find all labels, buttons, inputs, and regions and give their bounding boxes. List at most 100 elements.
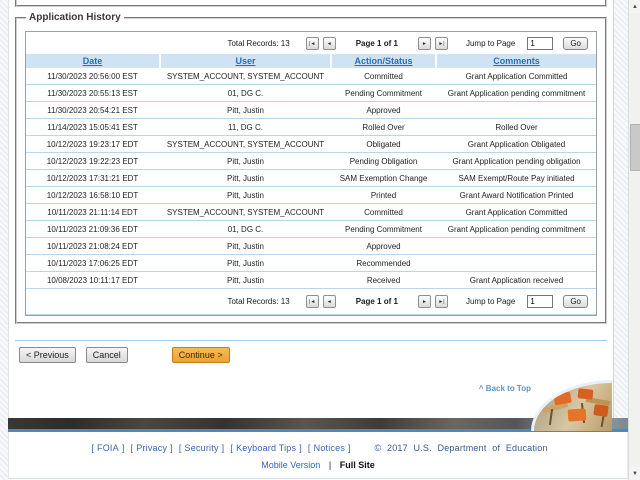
footer-link[interactable]: FOIA xyxy=(97,443,119,453)
footer-link-item: [Notices] xyxy=(308,443,351,453)
section-title: Application History xyxy=(26,12,124,23)
first-page-button[interactable]: |◄ xyxy=(306,37,319,50)
table-row: 11/30/2023 20:56:00 EST SYSTEM_ACCOUNT, … xyxy=(26,68,596,85)
cell-user: SYSTEM_ACCOUNT, SYSTEM_ACCOUNT xyxy=(161,208,330,217)
total-records-label: Total Records: 13 xyxy=(227,297,289,306)
cell-date: 10/12/2023 19:22:23 EDT xyxy=(26,157,159,166)
cell-comments: SAM Exempt/Route Pay initiated xyxy=(437,174,596,183)
table-row: 10/08/2023 10:11:17 EDT Pitt, Justin Rec… xyxy=(26,272,596,289)
footer-link[interactable]: Notices xyxy=(314,443,345,453)
go-button[interactable]: Go xyxy=(563,295,588,308)
section-divider xyxy=(15,340,607,341)
chair-shape xyxy=(553,392,572,406)
footer-link-item: [Privacy] xyxy=(131,443,173,453)
prev-page-button[interactable]: ◄ xyxy=(323,37,336,50)
scroll-up-icon: ▲ xyxy=(632,4,638,10)
cell-action-status: Approved xyxy=(332,242,435,251)
vertical-scrollbar[interactable]: ▲ ▼ xyxy=(628,0,640,480)
footer-link-item: [Security] xyxy=(179,443,225,453)
sort-user-link[interactable]: User xyxy=(235,56,255,66)
last-page-button[interactable]: ►| xyxy=(435,37,448,50)
jump-to-page-input[interactable] xyxy=(527,295,553,308)
prev-page-icon: ◄ xyxy=(327,299,332,305)
cell-user: Pitt, Justin xyxy=(161,106,330,115)
table-header-row: Date User Action/Status Comments xyxy=(26,54,596,68)
mobile-version-link[interactable]: Mobile Version xyxy=(261,460,320,470)
cell-date: 10/11/2023 17:06:25 EDT xyxy=(26,259,159,268)
cell-user: 01, DG C. xyxy=(161,225,330,234)
sort-comments-link[interactable]: Comments xyxy=(493,56,540,66)
action-button-bar: < Previous Cancel Continue > xyxy=(19,347,613,363)
bracket-open: [ xyxy=(179,443,182,453)
cell-action-status: Printed xyxy=(332,191,435,200)
table-body: 11/30/2023 20:56:00 EST SYSTEM_ACCOUNT, … xyxy=(26,68,596,289)
cell-action-status: Pending Commitment xyxy=(332,89,435,98)
cell-date: 10/08/2023 10:11:17 EDT xyxy=(26,276,159,285)
table-row: 10/12/2023 19:22:23 EDT Pitt, Justin Pen… xyxy=(26,153,596,170)
page-background-stripes-left xyxy=(0,0,8,480)
bracket-open: [ xyxy=(308,443,311,453)
bracket-open: [ xyxy=(131,443,134,453)
scrollbar-thumb[interactable] xyxy=(630,124,640,171)
page-indicator: Page 1 of 1 xyxy=(356,297,398,306)
first-page-icon: |◄ xyxy=(309,41,315,47)
cell-date: 11/30/2023 20:55:13 EST xyxy=(26,89,159,98)
bracket-close: ] xyxy=(122,443,125,453)
cell-comments: Grant Application Obligated xyxy=(437,140,596,149)
cell-date: 10/11/2023 21:08:24 EDT xyxy=(26,242,159,251)
page-indicator: Page 1 of 1 xyxy=(356,39,398,48)
back-to-top-link[interactable]: ^ Back to Top xyxy=(479,384,531,393)
cell-comments: Grant Application pending commitment xyxy=(437,89,596,98)
header-cell-action: Action/Status xyxy=(332,54,435,68)
footer-site-toggle-row: Mobile Version | Full Site xyxy=(9,460,627,470)
bracket-open: [ xyxy=(91,443,94,453)
next-page-button[interactable]: ► xyxy=(418,295,431,308)
scroll-down-button[interactable]: ▼ xyxy=(629,467,640,480)
sort-date-link[interactable]: Date xyxy=(83,56,103,66)
next-page-button[interactable]: ► xyxy=(418,37,431,50)
cell-user: SYSTEM_ACCOUNT, SYSTEM_ACCOUNT xyxy=(161,140,330,149)
cancel-button[interactable]: Cancel xyxy=(86,347,128,363)
footer-link[interactable]: Security xyxy=(185,443,219,453)
prev-page-icon: ◄ xyxy=(327,41,332,47)
table-row: 10/12/2023 19:23:17 EDT SYSTEM_ACCOUNT, … xyxy=(26,136,596,153)
table-row: 10/11/2023 17:06:25 EDT Pitt, Justin Rec… xyxy=(26,255,596,272)
pager-bottom: Total Records: 13 |◄ ◄ Page 1 of 1 ► ►| … xyxy=(26,289,596,315)
cell-user: 01, DG C. xyxy=(161,89,330,98)
cell-user: Pitt, Justin xyxy=(161,191,330,200)
table-row: 11/30/2023 20:55:13 EST 01, DG C. Pendin… xyxy=(26,85,596,102)
first-page-button[interactable]: |◄ xyxy=(306,295,319,308)
full-site-link[interactable]: Full Site xyxy=(340,460,375,470)
scroll-up-button[interactable]: ▲ xyxy=(629,0,640,13)
sort-action-link[interactable]: Action/Status xyxy=(354,56,412,66)
bracket-open: [ xyxy=(230,443,233,453)
separator: | xyxy=(329,460,331,470)
first-page-icon: |◄ xyxy=(309,299,315,305)
previous-button[interactable]: < Previous xyxy=(19,347,76,363)
continue-button[interactable]: Continue > xyxy=(172,347,230,363)
table-row: 10/11/2023 21:08:24 EDT Pitt, Justin App… xyxy=(26,238,596,255)
footer: [FOIA][Privacy][Security][Keyboard Tips]… xyxy=(8,432,628,479)
cell-action-status: Obligated xyxy=(332,140,435,149)
header-cell-user: User xyxy=(161,54,330,68)
cell-action-status: Committed xyxy=(332,72,435,81)
cell-comments: Grant Application pending obligation xyxy=(437,157,596,166)
footer-link[interactable]: Keyboard Tips xyxy=(236,443,296,453)
cell-user: SYSTEM_ACCOUNT, SYSTEM_ACCOUNT xyxy=(161,72,330,81)
cell-comments: Rolled Over xyxy=(437,123,596,132)
go-button[interactable]: Go xyxy=(563,37,588,50)
chair-shape xyxy=(578,388,594,400)
footer-links-row: [FOIA][Privacy][Security][Keyboard Tips]… xyxy=(9,443,627,453)
cell-user: Pitt, Justin xyxy=(161,174,330,183)
cell-date: 11/30/2023 20:56:00 EST xyxy=(26,72,159,81)
footer-link[interactable]: Privacy xyxy=(136,443,167,453)
chair-shape xyxy=(568,408,587,421)
prev-page-button[interactable]: ◄ xyxy=(323,295,336,308)
jump-to-page-label: Jump to Page xyxy=(466,39,515,48)
last-page-button[interactable]: ►| xyxy=(435,295,448,308)
table-row: 11/30/2023 20:54:21 EST Pitt, Justin App… xyxy=(26,102,596,119)
bracket-close: ] xyxy=(222,443,225,453)
footer-links: [FOIA][Privacy][Security][Keyboard Tips]… xyxy=(88,443,353,453)
jump-to-page-input[interactable] xyxy=(527,37,553,50)
footer-link-item: [FOIA] xyxy=(91,443,124,453)
